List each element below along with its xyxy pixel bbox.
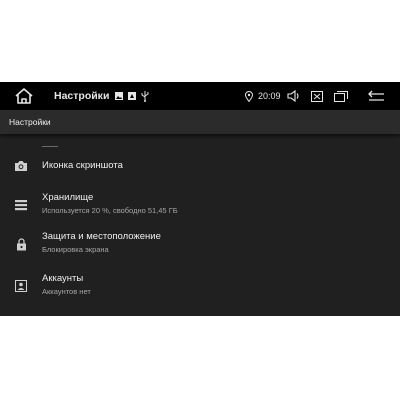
list-item-security[interactable]: Защита и местоположение Блокировка экран… bbox=[0, 224, 400, 264]
account-icon bbox=[12, 277, 30, 295]
list-item-storage[interactable]: Хранилище Используется 20 %, свободно 51… bbox=[0, 185, 400, 225]
location-pin-icon bbox=[244, 82, 254, 110]
item-title: Защита и местоположение bbox=[42, 231, 161, 242]
item-title: Аккаунты bbox=[42, 273, 84, 284]
settings-screen: Настройки 20:09 Настройки Иконка скриншо… bbox=[0, 82, 400, 316]
status-bar: Настройки 20:09 bbox=[0, 82, 400, 110]
item-subtitle: Блокировка экрана bbox=[42, 245, 109, 254]
usb-icon bbox=[141, 82, 149, 110]
item-subtitle: Аккаунтов нет bbox=[42, 287, 91, 296]
volume-icon[interactable] bbox=[286, 82, 302, 110]
screenshot-icon bbox=[128, 82, 136, 110]
camera-icon bbox=[12, 157, 30, 175]
close-box-icon[interactable] bbox=[310, 82, 324, 110]
list-item-accounts[interactable]: Аккаунты Аккаунтов нет bbox=[0, 266, 400, 306]
item-title: Иконка скриншота bbox=[42, 160, 123, 171]
item-title: Хранилище bbox=[42, 192, 94, 203]
scrolled-item-edge bbox=[42, 140, 58, 147]
storage-icon bbox=[12, 196, 30, 214]
recent-apps-icon[interactable] bbox=[333, 82, 349, 110]
list-item-screenshot-icon[interactable]: Иконка скриншота bbox=[0, 146, 400, 186]
settings-header: Настройки bbox=[0, 110, 400, 134]
clock: 20:09 bbox=[258, 91, 281, 101]
lock-icon bbox=[12, 235, 30, 253]
item-subtitle: Используется 20 %, свободно 51,45 ГБ bbox=[42, 206, 178, 215]
image-icon bbox=[115, 82, 123, 110]
app-title: Настройки bbox=[54, 90, 110, 102]
header-title: Настройки bbox=[9, 117, 51, 127]
back-arrow-icon[interactable] bbox=[366, 82, 386, 110]
home-outline-icon[interactable] bbox=[12, 82, 36, 110]
